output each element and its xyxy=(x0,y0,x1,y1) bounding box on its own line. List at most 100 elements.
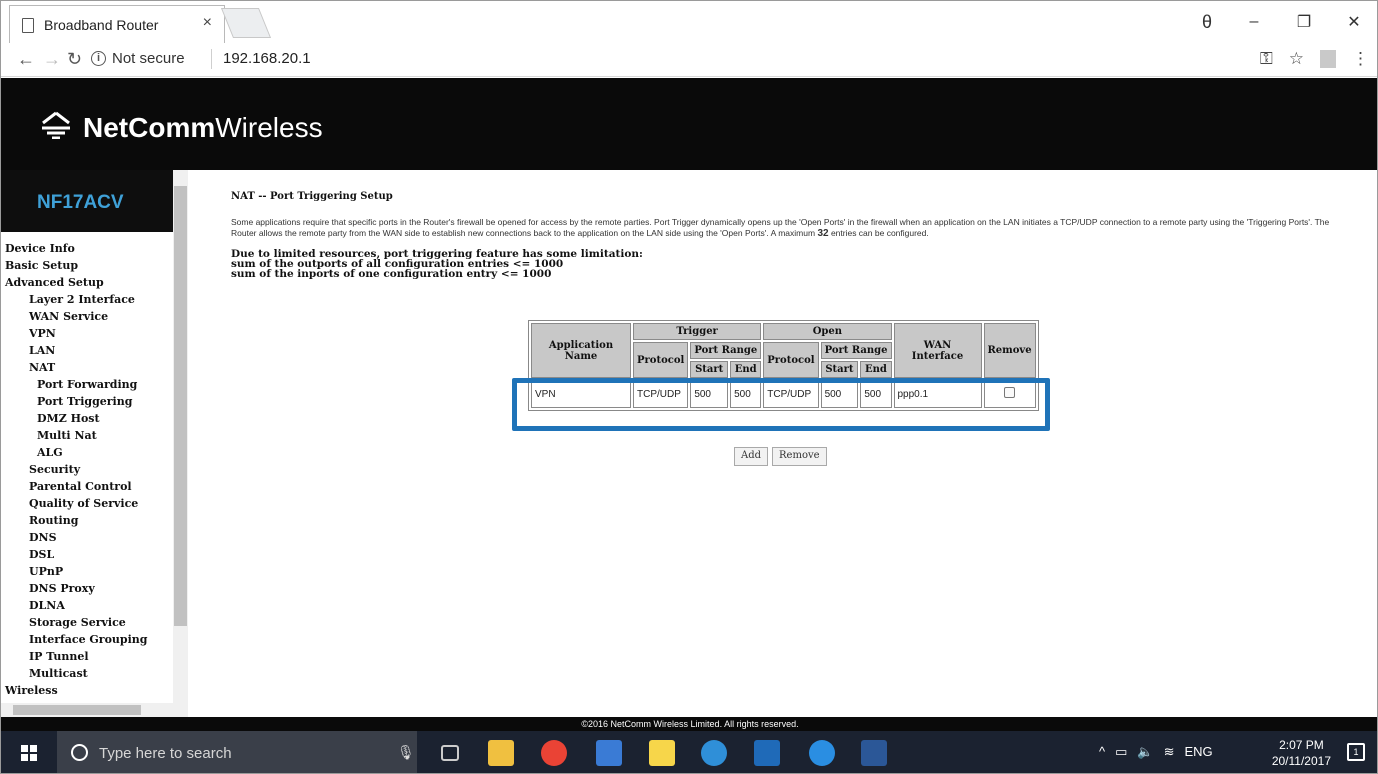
sticky-notes-icon[interactable] xyxy=(649,740,675,766)
window-controls: θ – ❐ ✕ xyxy=(1185,1,1377,43)
volume-icon[interactable]: 🔈 xyxy=(1137,744,1153,760)
remove-button[interactable]: Remove xyxy=(772,447,827,466)
sidebar-scroll-thumb[interactable] xyxy=(174,186,187,626)
sidebar-item-dns[interactable]: DNS xyxy=(1,529,173,546)
brand-name-bold: NetComm xyxy=(83,112,216,143)
sidebar-item-multi-nat[interactable]: Multi Nat xyxy=(1,427,173,444)
add-button[interactable]: Add xyxy=(734,447,769,466)
table-buttons: Add Remove xyxy=(734,447,827,466)
chevron-up-icon[interactable]: ^ xyxy=(1099,744,1105,760)
menu-icon[interactable]: ⋮ xyxy=(1352,49,1369,69)
windows-start-icon[interactable] xyxy=(21,745,38,762)
clock-date: 20/11/2017 xyxy=(1271,754,1331,768)
star-icon[interactable]: ☆ xyxy=(1289,49,1304,69)
page-footer: ©2016 NetComm Wireless Limited. All righ… xyxy=(1,717,1377,731)
sidebar-item-security[interactable]: Security xyxy=(1,461,173,478)
security-label[interactable]: Not secure xyxy=(112,50,185,67)
router-banner: NetCommWireless xyxy=(1,78,1377,170)
notification-icon[interactable]: 1 xyxy=(1347,743,1365,761)
cell-open-end: 500 xyxy=(860,380,892,408)
task-view-icon[interactable] xyxy=(441,745,459,761)
cell-open-start: 500 xyxy=(820,380,859,408)
taskbar-search[interactable]: Type here to search 🎙 xyxy=(57,731,417,773)
sidebar-item-layer-2-interface[interactable]: Layer 2 Interface xyxy=(1,291,173,308)
main-content: NAT -- Port Triggering Setup Some applic… xyxy=(231,191,1351,279)
language-indicator[interactable]: ENG xyxy=(1185,744,1213,760)
back-icon[interactable]: ← xyxy=(17,49,35,70)
sidebar-item-dmz-host[interactable]: DMZ Host xyxy=(1,410,173,427)
model-box: NF17ACV xyxy=(1,170,173,232)
col-application-name: Application Name xyxy=(531,323,631,378)
sidebar-item-dsl[interactable]: DSL xyxy=(1,546,173,563)
cell-trigger-end: 500 xyxy=(730,380,762,408)
chrome-icon[interactable] xyxy=(541,740,567,766)
tab-strip: Broadband Router × θ – ❐ ✕ xyxy=(1,1,1377,43)
wifi-icon[interactable]: ≋ xyxy=(1164,744,1175,760)
col-trigger-protocol: Protocol xyxy=(633,342,689,378)
sidebar-item-dns-proxy[interactable]: DNS Proxy xyxy=(1,580,173,597)
sidebar-item-vpn[interactable]: VPN xyxy=(1,325,173,342)
limitation-note: Due to limited resources, port triggerin… xyxy=(231,249,1351,280)
clock-time: 2:07 PM xyxy=(1279,738,1324,752)
tab-title: Broadband Router xyxy=(44,17,159,33)
restore-icon[interactable]: ❐ xyxy=(1279,12,1329,32)
remove-checkbox[interactable] xyxy=(1004,387,1016,398)
key-icon[interactable]: ⚿ xyxy=(1260,49,1273,69)
microphone-icon[interactable]: 🎙 xyxy=(397,744,415,761)
sidebar: NF17ACV Device Info Basic Setup Advanced S… xyxy=(1,170,188,717)
brand-name-light: Wireless xyxy=(215,112,323,143)
sidebar-item-device-info[interactable]: Device Info xyxy=(1,240,173,257)
profile-icon[interactable]: θ xyxy=(1185,12,1229,33)
battery-icon[interactable]: ▭ xyxy=(1115,744,1127,760)
sidebar-hscroll-thumb[interactable] xyxy=(13,705,141,715)
sidebar-item-wan-service[interactable]: WAN Service xyxy=(1,308,173,325)
cell-open-protocol: TCP/UDP xyxy=(763,380,819,408)
port-trigger-table: Application Name Trigger Open WAN Interf… xyxy=(528,320,1039,411)
edge-icon[interactable] xyxy=(809,740,835,766)
max-entries: 32 xyxy=(817,228,829,239)
sidebar-item-basic-setup[interactable]: Basic Setup xyxy=(1,257,173,274)
sidebar-item-multicast[interactable]: Multicast xyxy=(1,665,173,682)
description-text: Some applications require that specific … xyxy=(231,217,1330,238)
page-title: NAT -- Port Triggering Setup xyxy=(231,191,393,202)
pdf-extension-icon[interactable] xyxy=(1320,50,1336,68)
info-icon[interactable]: i xyxy=(91,51,106,66)
address-actions: ⚿ ☆ ⋮ xyxy=(1260,49,1369,69)
outlook-icon[interactable] xyxy=(754,740,780,766)
sidebar-item-port-forwarding[interactable]: Port Forwarding xyxy=(1,376,173,393)
word-icon[interactable] xyxy=(861,740,887,766)
model-name: NF17ACV xyxy=(37,192,124,213)
sidebar-item-quality-of-service[interactable]: Quality of Service xyxy=(1,495,173,512)
close-window-icon[interactable]: ✕ xyxy=(1329,12,1377,32)
skype-icon[interactable] xyxy=(701,740,727,766)
cell-remove xyxy=(983,380,1036,408)
sidebar-item-interface-grouping[interactable]: Interface Grouping xyxy=(1,631,173,648)
forward-icon[interactable]: → xyxy=(43,49,61,70)
col-open: Open xyxy=(763,323,892,340)
new-tab-button[interactable] xyxy=(220,8,272,38)
network-app-icon[interactable] xyxy=(596,740,622,766)
url-field[interactable]: 192.168.20.1 xyxy=(223,50,311,67)
sidebar-item-alg[interactable]: ALG xyxy=(1,444,173,461)
sidebar-item-parental-control[interactable]: Parental Control xyxy=(1,478,173,495)
close-tab-icon[interactable]: × xyxy=(203,14,212,32)
sidebar-item-port-triggering[interactable]: Port Triggering xyxy=(1,393,173,410)
sidebar-item-nat[interactable]: NAT xyxy=(1,359,173,376)
table-row: VPN TCP/UDP 500 500 TCP/UDP 500 500 ppp0… xyxy=(531,380,1036,408)
col-open-port-range: Port Range xyxy=(820,342,892,359)
browser-tab[interactable]: Broadband Router × xyxy=(9,5,225,43)
sidebar-item-upnp[interactable]: UPnP xyxy=(1,563,173,580)
sidebar-item-lan[interactable]: LAN xyxy=(1,342,173,359)
minimize-icon[interactable]: – xyxy=(1229,13,1279,31)
reload-icon[interactable]: ↻ xyxy=(67,49,82,70)
col-trigger-start: Start xyxy=(690,361,729,378)
col-wan-interface: WAN Interface xyxy=(893,323,982,378)
clock[interactable]: 2:07 PM 20/11/2017 xyxy=(1272,737,1331,769)
sidebar-item-storage-service[interactable]: Storage Service xyxy=(1,614,173,631)
sidebar-item-wireless[interactable]: Wireless xyxy=(1,682,173,699)
sidebar-item-dlna[interactable]: DLNA xyxy=(1,597,173,614)
sidebar-item-advanced-setup[interactable]: Advanced Setup xyxy=(1,274,173,291)
sidebar-item-ip-tunnel[interactable]: IP Tunnel xyxy=(1,648,173,665)
sidebar-item-routing[interactable]: Routing xyxy=(1,512,173,529)
file-explorer-icon[interactable] xyxy=(488,740,514,766)
